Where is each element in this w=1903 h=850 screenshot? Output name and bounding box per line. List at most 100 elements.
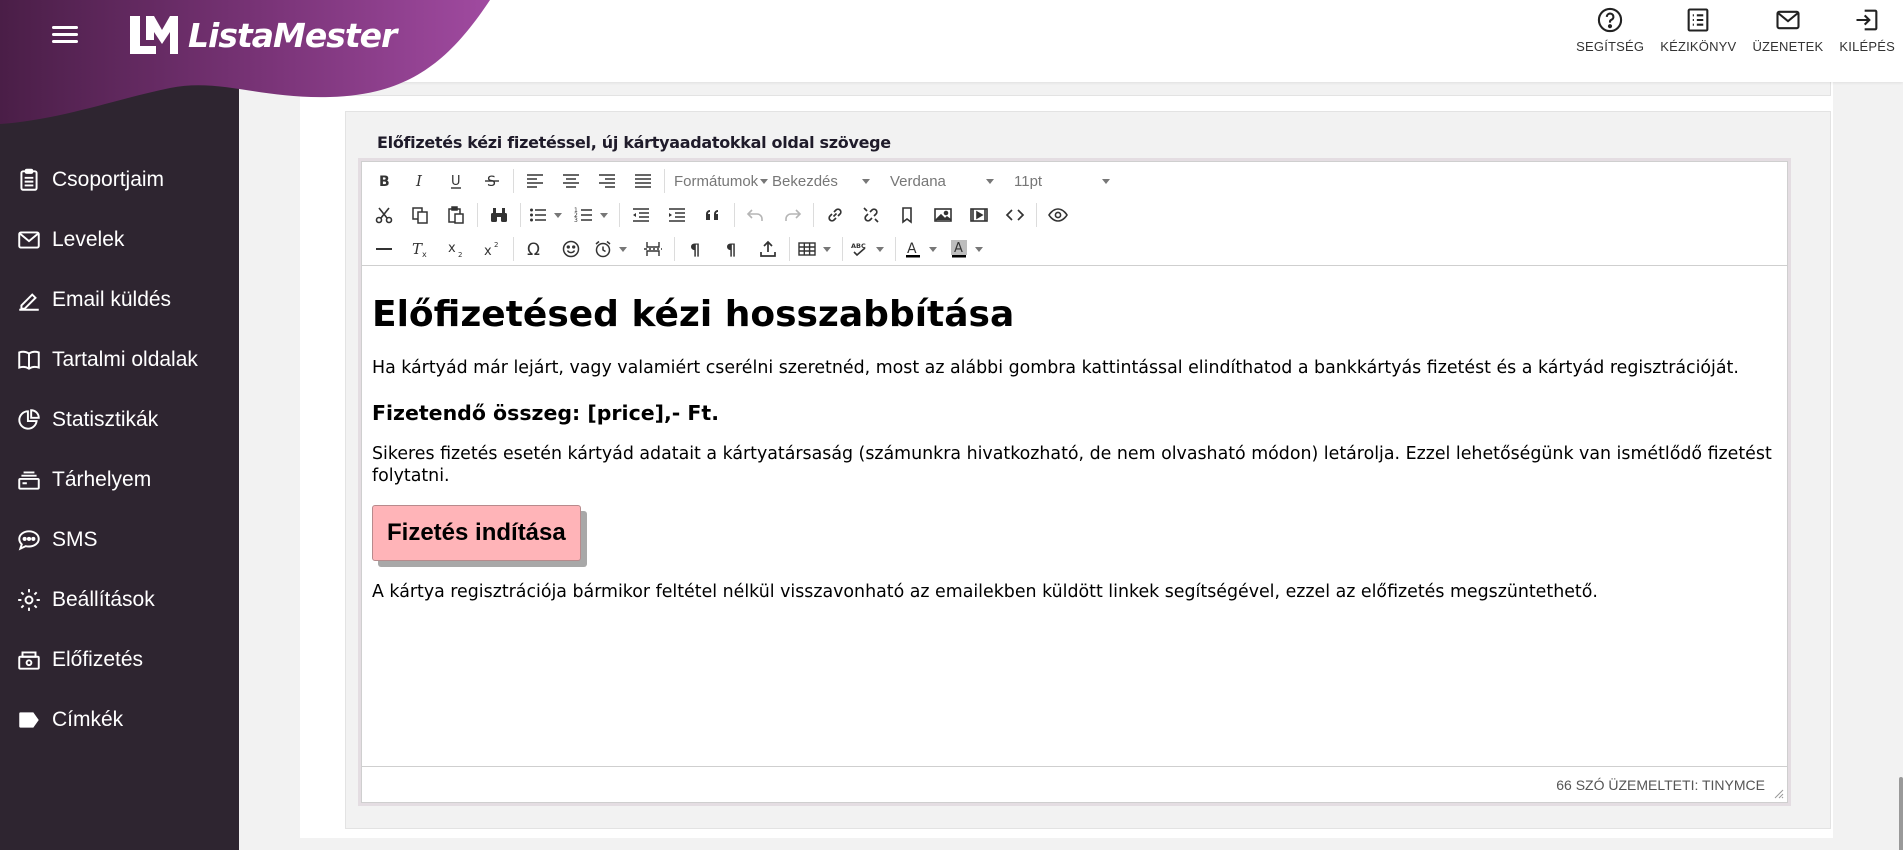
align-left-button[interactable] (517, 166, 553, 196)
emoticons-button[interactable] (553, 234, 589, 264)
bold-button[interactable]: B (366, 166, 402, 196)
sidebar-item-tarhelyem[interactable]: Tárhelyem (0, 450, 239, 510)
scrollbar-thumb[interactable] (1899, 777, 1903, 850)
chevron-down-icon[interactable] (975, 246, 983, 252)
chevron-down-icon[interactable] (619, 246, 627, 252)
sidebar: ListaMester Csoportjaim Levelek Email kü… (0, 0, 490, 850)
sidebar-item-statisztikak[interactable]: Statisztikák (0, 390, 239, 450)
brand-name: ListaMester (188, 15, 397, 55)
numbered-list-button[interactable]: 123 (570, 200, 616, 230)
svg-text:Ω: Ω (527, 240, 540, 259)
strikethrough-button[interactable]: S (474, 166, 510, 196)
sidebar-item-beallitasok[interactable]: Beállítások (0, 570, 239, 630)
outdent-button[interactable] (623, 200, 659, 230)
align-justify-button[interactable] (625, 166, 661, 196)
sidebar-item-tartalmi-oldalak[interactable]: Tartalmi oldalak (0, 330, 239, 390)
align-center-button[interactable] (553, 166, 589, 196)
toolbar-separator (619, 203, 620, 227)
insert-image-button[interactable] (925, 200, 961, 230)
spellcheck-main[interactable]: ABC (846, 234, 874, 264)
special-character-button[interactable]: Ω (517, 234, 553, 264)
chevron-down-icon[interactable] (876, 246, 884, 252)
ltr-button[interactable]: ¶ (678, 234, 714, 264)
sidebar-item-csoportjaim[interactable]: Csoportjaim (0, 150, 239, 210)
unlink-button[interactable] (853, 200, 889, 230)
horizontal-rule-button[interactable] (366, 234, 402, 264)
copy-button[interactable] (402, 200, 438, 230)
resize-handle-icon[interactable] (1772, 787, 1784, 799)
svg-text:x: x (448, 241, 456, 256)
logout-button[interactable]: KILÉPÉS (1839, 6, 1895, 54)
chevron-down-icon[interactable] (929, 246, 937, 252)
messages-button[interactable]: ÜZENETEK (1752, 6, 1823, 54)
source-code-button[interactable] (997, 200, 1033, 230)
clear-formatting-button[interactable]: Tx (402, 234, 438, 264)
menu-toggle-button[interactable] (52, 22, 84, 46)
insert-link-button[interactable] (817, 200, 853, 230)
chevron-down-icon[interactable] (600, 212, 608, 218)
manual-button[interactable]: KÉZIKÖNYV (1660, 6, 1736, 54)
align-center-icon (563, 174, 579, 188)
smiley-icon (562, 240, 580, 258)
subscript-icon: x2 (448, 241, 462, 259)
svg-text:¶: ¶ (690, 240, 700, 259)
horizontal-rule-icon (376, 248, 392, 250)
blockquote-button[interactable] (695, 200, 731, 230)
envelope-icon (18, 231, 40, 249)
background-color-main[interactable]: A (945, 234, 973, 264)
upload-button[interactable] (750, 234, 786, 264)
anchor-button[interactable] (889, 200, 925, 230)
text-color-button[interactable]: A (899, 234, 945, 264)
find-replace-button[interactable] (481, 200, 517, 230)
word-count-status: 66 SZÓ ÜZEMELTETI: TINYMCE (1556, 776, 1765, 793)
align-right-button[interactable] (589, 166, 625, 196)
page-break-button[interactable] (635, 234, 671, 264)
bullet-list-button[interactable] (524, 200, 570, 230)
editor-toolbar: B I U S Formátumok Bekezdés Verdana 11pt… (362, 162, 1787, 266)
sidebar-item-label: Csoportjaim (52, 168, 165, 191)
font-family-dropdown[interactable]: Verdana (884, 173, 1008, 190)
start-payment-button[interactable]: Fizetés indítása (372, 505, 581, 561)
bullet-list-main[interactable] (524, 200, 552, 230)
rtl-button[interactable]: ¶ (714, 234, 750, 264)
sidebar-item-cimkek[interactable]: Címkék (0, 690, 239, 750)
sidebar-item-sms[interactable]: SMS (0, 510, 239, 570)
sidebar-item-elofizetes[interactable]: Előfizetés (0, 630, 239, 690)
paste-button[interactable] (438, 200, 474, 230)
insert-media-button[interactable] (961, 200, 997, 230)
block-format-label: Bekezdés (772, 172, 838, 190)
undo-button[interactable] (738, 200, 774, 230)
card-title: Előfizetés kézi fizetéssel, új kártyaada… (377, 133, 891, 152)
subscript-button[interactable]: x2 (438, 234, 474, 264)
table-main[interactable] (793, 234, 821, 264)
chevron-down-icon[interactable] (823, 246, 831, 252)
preview-button[interactable] (1040, 200, 1076, 230)
indent-icon (669, 208, 685, 222)
numbered-list-main[interactable]: 123 (570, 200, 598, 230)
block-format-dropdown[interactable]: Bekezdés (766, 173, 884, 190)
brand-logo[interactable]: ListaMester (126, 12, 397, 58)
font-size-dropdown[interactable]: 11pt (1008, 173, 1124, 190)
spellcheck-button[interactable]: ABC (846, 234, 892, 264)
insert-datetime-main[interactable] (589, 234, 617, 264)
insert-datetime-button[interactable] (589, 234, 635, 264)
sidebar-item-levelek[interactable]: Levelek (0, 210, 239, 270)
chevron-down-icon[interactable] (554, 212, 562, 218)
sidebar-item-email-kuldes[interactable]: Email küldés (0, 270, 239, 330)
book-icon (18, 350, 40, 370)
superscript-button[interactable]: x2 (474, 234, 510, 264)
background-color-button[interactable]: A (945, 234, 991, 264)
page-scrollbar[interactable] (1897, 82, 1903, 850)
cut-button[interactable] (366, 200, 402, 230)
indent-button[interactable] (659, 200, 695, 230)
table-button[interactable] (793, 234, 839, 264)
italic-button[interactable]: I (402, 166, 438, 196)
formats-dropdown[interactable]: Formátumok (668, 173, 769, 190)
editor-content-area[interactable]: Előfizetésed kézi hosszabbítása Ha kárty… (362, 266, 1787, 767)
underline-button[interactable]: U (438, 166, 474, 196)
rich-text-editor[interactable]: B I U S Formátumok Bekezdés Verdana 11pt… (361, 161, 1788, 803)
redo-button[interactable] (774, 200, 810, 230)
help-button[interactable]: SEGÍTSÉG (1576, 6, 1644, 54)
text-color-main[interactable]: A (899, 234, 927, 264)
svg-text:U: U (451, 174, 461, 189)
